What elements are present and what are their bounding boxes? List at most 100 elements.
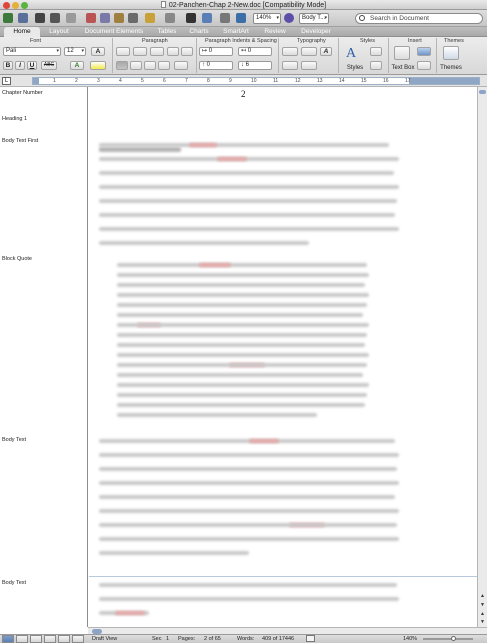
number-forms-icon[interactable] (282, 61, 298, 70)
increase-indent-icon[interactable] (181, 47, 193, 56)
group-label-styles: Styles (360, 38, 375, 44)
draft-view-icon[interactable] (2, 635, 14, 643)
space-after-field[interactable]: ↓ 6 (238, 61, 272, 70)
numbering-icon[interactable] (133, 47, 147, 56)
style-label: Body Text First (2, 138, 39, 144)
toolbox-icon[interactable] (236, 13, 246, 23)
themes-icon[interactable] (443, 46, 459, 60)
blurred-text-line (99, 523, 397, 527)
words-value: 409 of 17446 (262, 636, 295, 642)
notebook-layout-icon[interactable] (58, 635, 70, 643)
search-input[interactable]: Search in Document (355, 13, 483, 24)
highlight-icon[interactable] (90, 61, 106, 70)
scroll-up-icon[interactable]: ▲ (479, 593, 486, 599)
document-page[interactable]: 2 (89, 87, 477, 627)
outline-view-icon[interactable] (16, 635, 28, 643)
italic-button[interactable]: I (15, 61, 25, 70)
tab-charts[interactable]: Charts (184, 27, 214, 37)
align-left-icon[interactable] (116, 61, 128, 70)
publishing-layout-icon[interactable] (30, 635, 42, 643)
group-label-typography: Typography (297, 38, 326, 44)
strikethrough-button[interactable]: ABC (41, 61, 57, 70)
align-center-icon[interactable] (130, 61, 142, 70)
multilevel-list-icon[interactable] (150, 47, 164, 56)
indent-left-field[interactable]: ↦ 0 (199, 47, 233, 56)
proofing-icon[interactable] (306, 635, 315, 642)
text-styles-icon[interactable] (370, 47, 382, 56)
vertical-scroll-thumb[interactable] (479, 90, 486, 94)
align-right-icon[interactable] (144, 61, 156, 70)
undo-history-icon[interactable] (66, 13, 76, 23)
sidebar-toggle-icon[interactable] (202, 13, 212, 23)
line-spacing-icon[interactable] (174, 61, 188, 70)
document-area: Chapter Number Heading 1 Body Text First… (0, 87, 487, 627)
manage-styles-icon[interactable] (370, 61, 382, 70)
blurred-quote-line (117, 353, 369, 357)
text-box-icon[interactable] (394, 46, 410, 60)
bold-button[interactable]: B (3, 61, 13, 70)
blurred-quote-line (117, 283, 365, 287)
justify-icon[interactable] (158, 61, 170, 70)
tab-developer[interactable]: Developer (294, 27, 338, 37)
font-size-select[interactable]: 12 ▾ (64, 47, 86, 56)
tab-stop-selector[interactable]: L (2, 77, 11, 85)
save-icon[interactable] (35, 13, 45, 23)
blurred-spelling-mark (189, 143, 217, 147)
decrease-indent-icon[interactable] (167, 47, 179, 56)
styles-gallery-icon[interactable]: A (346, 46, 362, 62)
full-screen-icon[interactable] (72, 635, 84, 643)
redo-icon[interactable] (165, 13, 175, 23)
help-icon[interactable] (284, 13, 294, 23)
ruler-number: 9 (229, 78, 232, 84)
view-name: Draft View (92, 636, 118, 642)
tab-document-elements[interactable]: Document Elements (78, 27, 150, 37)
zoom-select[interactable]: 140% ▾ (253, 13, 281, 24)
zoom-slider-knob[interactable] (451, 636, 456, 641)
group-label-indents-spacing: Paragraph Indents & Spacing (205, 38, 277, 44)
zoom-slider[interactable] (423, 638, 473, 640)
gallery-icon[interactable] (220, 13, 230, 23)
grow-font-button[interactable]: A (91, 47, 105, 56)
stylistic-sets-icon[interactable] (301, 47, 317, 56)
paste-icon[interactable] (114, 13, 124, 23)
picture-icon[interactable] (417, 61, 431, 70)
ligatures-icon[interactable] (282, 47, 298, 56)
next-page-icon[interactable]: ▼ (479, 619, 486, 625)
words-label: Words: (237, 636, 255, 642)
templates-icon[interactable] (18, 13, 28, 23)
blurred-text-line (99, 227, 399, 231)
blurred-text-line (99, 597, 399, 601)
copy-icon[interactable] (100, 13, 110, 23)
blurred-quote-line (117, 293, 369, 297)
font-color-button[interactable]: A (70, 61, 84, 70)
tab-layout[interactable]: Layout (42, 27, 76, 37)
tab-tables[interactable]: Tables (152, 27, 182, 37)
underline-button[interactable]: U (27, 61, 37, 70)
format-painter-icon[interactable] (128, 13, 138, 23)
new-document-icon[interactable] (3, 13, 13, 23)
previous-page-icon[interactable]: ▲ (479, 611, 486, 617)
search-icon (359, 15, 365, 21)
font-name-select[interactable]: Pali ▾ (3, 47, 61, 56)
undo-icon[interactable] (145, 13, 155, 23)
shape-icon[interactable] (417, 47, 431, 56)
print-icon[interactable] (50, 13, 60, 23)
show-formatting-icon[interactable] (186, 13, 196, 23)
blurred-quote-line (117, 413, 317, 417)
tab-smartart[interactable]: SmartArt (216, 27, 256, 37)
tab-home[interactable]: Home (4, 27, 40, 37)
vertical-scrollbar[interactable]: ▲ ▼ ▲ ▼ (477, 87, 487, 627)
ribbon-home: Font Pali ▾ 12 ▾ A B I U ABC A Paragraph P… (0, 37, 487, 75)
bullets-icon[interactable] (116, 47, 130, 56)
glyph-icon[interactable]: A (320, 47, 332, 56)
print-layout-icon[interactable] (44, 635, 56, 643)
space-before-field[interactable]: ↑ 0 (199, 61, 233, 70)
style-select[interactable]: Body T... ▾ (299, 13, 329, 24)
scroll-down-icon[interactable]: ▼ (479, 602, 486, 608)
number-spacing-icon[interactable] (301, 61, 317, 70)
horizontal-ruler[interactable]: 1 2 3 4 5 6 7 8 9 10 11 12 13 14 15 16 1… (32, 77, 480, 85)
indent-right-field[interactable]: ↤ 0 (238, 47, 272, 56)
horizontal-scrollbar[interactable] (88, 627, 487, 634)
tab-review[interactable]: Review (258, 27, 292, 37)
cut-icon[interactable] (86, 13, 96, 23)
